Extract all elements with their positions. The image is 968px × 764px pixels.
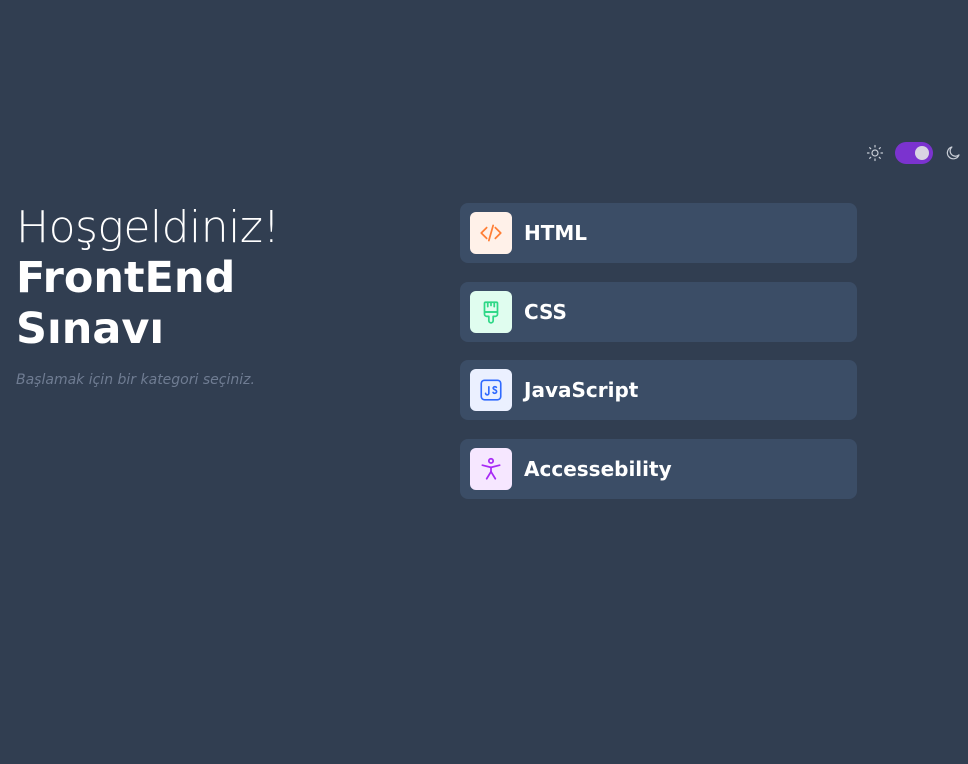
category-label: Accessebility [524,456,672,481]
theme-switch[interactable] [895,142,933,164]
paint-brush-icon [470,290,512,333]
category-list: HTML CSS JavaScript Accessebility [460,203,857,517]
switch-knob [915,146,929,160]
code-icon [470,212,512,254]
page-title-line1: FrontEnd [16,253,236,303]
instruction-text: Başlamak için bir kategori seçiniz. [16,372,255,388]
category-javascript-button[interactable]: JavaScript [460,360,857,420]
accessibility-icon [470,447,512,490]
js-icon [470,369,512,411]
category-label: JavaScript [524,378,639,402]
category-css-button[interactable]: CSS [460,281,857,342]
category-html-button[interactable]: HTML [460,203,857,263]
category-label: HTML [524,221,588,245]
greeting-heading: Hoşgeldiniz! [16,202,280,253]
theme-toggle [866,142,962,164]
sun-icon [866,144,884,162]
welcome-section: Hoşgeldiniz! FrontEnd Sınavı Başlamak iç… [16,202,416,389]
category-label: CSS [524,299,567,324]
quiz-home: Hoşgeldiniz! FrontEnd Sınavı Başlamak iç… [0,0,968,764]
page-title-line2: Sınavı [16,304,165,354]
moon-icon [946,146,960,160]
category-accessibility-button[interactable]: Accessebility [460,438,857,499]
